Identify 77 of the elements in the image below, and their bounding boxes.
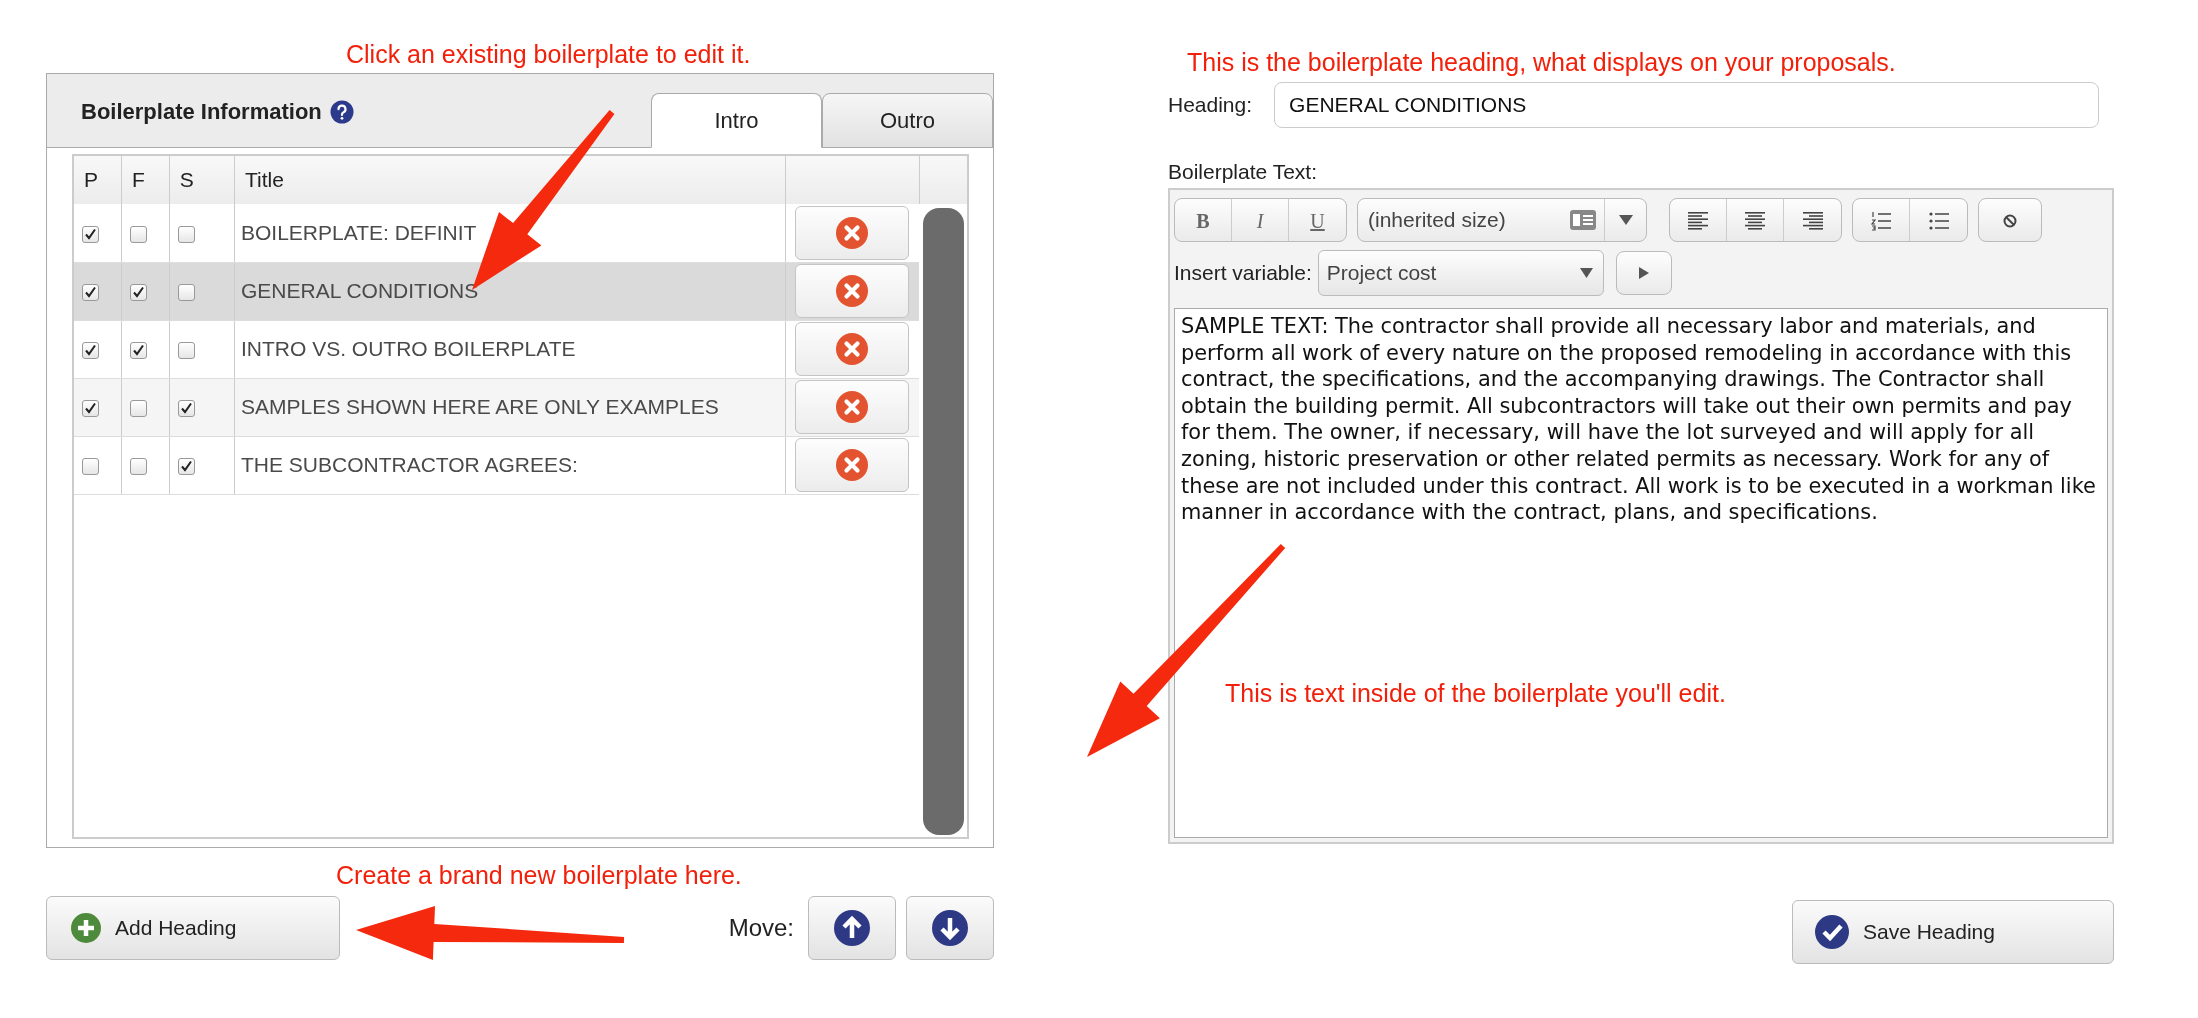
- delete-button[interactable]: [795, 380, 910, 434]
- checkbox[interactable]: [82, 457, 99, 475]
- format-button[interactable]: I: [1232, 199, 1289, 241]
- font-size-select[interactable]: (inherited size): [1357, 198, 1647, 242]
- checkbox[interactable]: [130, 399, 148, 417]
- checkbox[interactable]: [82, 399, 99, 417]
- move-up-button[interactable]: [808, 896, 896, 960]
- add-heading-button[interactable]: Add Heading: [46, 896, 340, 960]
- heading-input[interactable]: GENERAL CONDITIONS: [1274, 82, 2100, 128]
- delete-button[interactable]: [795, 264, 910, 318]
- heading-label: Heading:: [1168, 93, 1253, 117]
- boilerplate-text-label: Boilerplate Text:: [1168, 160, 1319, 184]
- format-button[interactable]: B: [1175, 199, 1232, 241]
- save-heading-button[interactable]: Save Heading: [1792, 900, 2114, 964]
- text-area[interactable]: [1174, 308, 2108, 838]
- column-header: F: [121, 156, 170, 204]
- align-right-icon: [1802, 212, 1823, 230]
- numbered-list-icon: [1871, 211, 1891, 231]
- checkbox[interactable]: [130, 225, 148, 243]
- checkbox[interactable]: [82, 283, 99, 301]
- delete-button[interactable]: [795, 438, 910, 492]
- close-icon: [836, 449, 869, 481]
- scrollbar-thumb[interactable]: [923, 208, 964, 835]
- table-row[interactable]: GENERAL CONDITIONS: [74, 262, 920, 320]
- arrow-up-icon: [834, 910, 870, 946]
- caret-icon: [1579, 268, 1593, 278]
- panel-title: Boilerplate Information: [81, 99, 322, 125]
- checkbox[interactable]: [82, 341, 99, 359]
- align-center-icon: [1745, 212, 1765, 230]
- delete-button[interactable]: [795, 205, 910, 260]
- close-icon: [836, 216, 869, 249]
- format-button[interactable]: U: [1289, 199, 1346, 241]
- table-row[interactable]: INTRO VS. OUTRO BOILERPLATE: [74, 320, 920, 378]
- caret-icon: [1618, 215, 1633, 225]
- column-header: S: [169, 156, 235, 204]
- help-icon[interactable]: [329, 100, 354, 124]
- checkbox[interactable]: [130, 341, 148, 359]
- checkbox[interactable]: [177, 341, 195, 359]
- title-cell: INTRO VS. OUTRO BOILERPLATE: [234, 320, 786, 378]
- check-icon: [1815, 915, 1849, 949]
- column-header: P: [74, 156, 122, 204]
- delete-button[interactable]: [795, 322, 910, 376]
- table-row[interactable]: BOILERPLATE: DEFINIT: [74, 204, 920, 262]
- checkbox[interactable]: [177, 457, 195, 475]
- card-icon: [1570, 210, 1596, 230]
- table-row[interactable]: SAMPLES SHOWN HERE ARE ONLY EXAMPLES: [74, 378, 920, 436]
- close-icon: [836, 333, 869, 365]
- checkbox[interactable]: [130, 283, 148, 301]
- annotation-text: This is text inside of the boilerplate you'll edit.: [1225, 679, 1726, 708]
- align-left-icon: [1688, 212, 1708, 230]
- checkbox[interactable]: [82, 225, 99, 243]
- column-header: Title: [234, 156, 786, 204]
- table-row[interactable]: THE SUBCONTRACTOR AGREES:: [74, 436, 920, 494]
- bullet-list-icon: [1928, 212, 1949, 230]
- tab[interactable]: Intro: [651, 93, 822, 148]
- close-icon: [836, 391, 869, 423]
- insert-button[interactable]: [1615, 251, 1672, 295]
- title-cell: THE SUBCONTRACTOR AGREES:: [234, 436, 786, 494]
- move-label: Move:: [728, 914, 794, 942]
- plus-icon: [71, 913, 101, 943]
- arrow-down-icon: [932, 910, 968, 946]
- boilerplate-body-text: SAMPLE TEXT: The contractor shall provide all necessary labor and materials, and perform all work of every nature on the proposed remodeling in accordance with this contract, the specifications, and the accompanying drawings. The Contractor shall obtain the building permit. All subcontractors will take out their own permits and pay for them. The owner, if necessary, will have the lot surveyed and will apply for all zoning, historic preservation or other related permits as necessary. Work for any of these are not included under this contract. All work is to be executed in a workman like manner in accordance with the contract, plans, and specifications.: [1180, 313, 2097, 527]
- move-down-button[interactable]: [906, 896, 994, 960]
- checkbox[interactable]: [177, 399, 195, 417]
- checkbox[interactable]: [177, 225, 195, 243]
- title-cell: SAMPLES SHOWN HERE ARE ONLY EXAMPLES: [234, 378, 786, 436]
- annotation-text: Click an existing boilerplate to edit it.: [346, 39, 751, 70]
- annotation-text: Create a brand new boilerplate here.: [336, 860, 742, 890]
- annotation-text: This is the boilerplate heading, what displays on your proposals.: [1187, 47, 1896, 78]
- checkbox[interactable]: [130, 457, 148, 475]
- close-icon: [836, 275, 869, 307]
- insert-variable-label: Insert variable:: [1174, 261, 1312, 285]
- tab[interactable]: Outro: [822, 93, 993, 148]
- play-icon: [1638, 267, 1649, 279]
- variable-select[interactable]: Project cost: [1317, 250, 1604, 296]
- checkbox[interactable]: [177, 283, 195, 301]
- no-icon: [2003, 214, 2017, 228]
